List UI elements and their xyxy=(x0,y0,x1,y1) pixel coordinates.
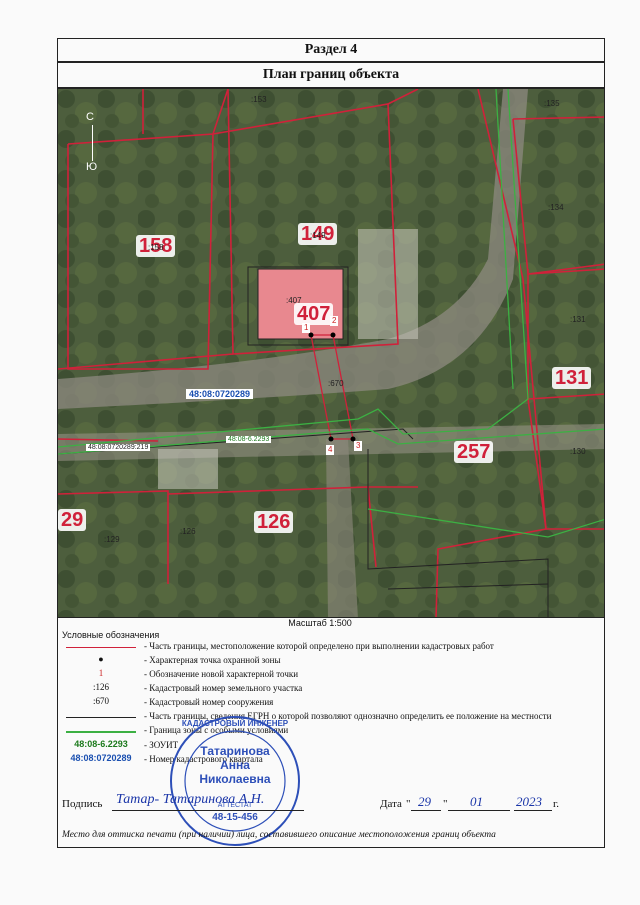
legend-text: - Кадастровый номер земельного участка xyxy=(144,683,303,693)
label-670: :670 xyxy=(328,379,344,388)
zone-number-label: 48:08-6.2293 xyxy=(226,436,272,443)
stamp-name-2: Анна xyxy=(220,758,250,772)
year-line xyxy=(514,810,552,811)
date-quote-close: " xyxy=(443,798,448,810)
stamp-number: 48-15-456 xyxy=(212,812,258,823)
date-year: 2023 xyxy=(516,794,542,809)
point-4: 4 xyxy=(326,445,335,455)
stamp-name-1: Татаринова xyxy=(200,744,270,758)
legend-text: - Обозначение новой характерной точки xyxy=(144,669,299,679)
legend-row-egrn-boundary: - Часть границы, сведения ЕГРН о которой… xyxy=(62,710,602,724)
date-day: 29 xyxy=(418,794,431,809)
parcel-small-126: :126 xyxy=(180,527,196,536)
point-1: 1 xyxy=(302,323,311,333)
date-quote-open: " xyxy=(406,798,411,810)
signature-line xyxy=(112,810,304,811)
stamp-place-note: Место для оттиска печати (при наличии) л… xyxy=(62,830,496,840)
legend-text: - Часть границы, местоположение которой … xyxy=(144,641,494,651)
plan-map: С Ю 158 :158 149 :149 :407 407 131 :131 … xyxy=(57,88,605,618)
month-line xyxy=(448,810,510,811)
point-3: 3 xyxy=(354,441,363,451)
stamp-ring-text: КАДАСТРОВЫЙ ИНЖЕНЕР xyxy=(181,719,289,728)
label-153: :153 xyxy=(251,95,267,104)
legend-title: Условные обозначения xyxy=(62,630,160,640)
plan-title: План границ объекта xyxy=(57,62,605,88)
parcel-label-257: 257 xyxy=(454,441,494,463)
compass-north: С xyxy=(86,111,94,123)
compass-arrow xyxy=(92,125,93,161)
legend-text: - Кадастровый номер сооружения xyxy=(144,697,274,707)
day-line xyxy=(411,810,441,811)
parcel-label-407: 407 xyxy=(294,303,334,325)
legend-symbol-point-number: 1 xyxy=(98,668,104,678)
parcel-small-131: :131 xyxy=(570,315,586,324)
label-130: :130 xyxy=(570,447,586,456)
signature-label: Подпись xyxy=(62,798,103,810)
stamp-name-3: Николаевна xyxy=(199,772,271,786)
compass-south: Ю xyxy=(86,161,98,173)
legend-row-quarter: 48:08:0720289 - Номер кадастрового кварт… xyxy=(62,753,602,767)
legend-symbol-zone-number: 48:08-6.2293 xyxy=(74,739,128,749)
legend-symbol-green-line xyxy=(62,724,140,738)
legend-row-structure-number: :670 - Кадастровый номер сооружения xyxy=(62,696,602,710)
parcel-label-126: 126 xyxy=(254,511,294,533)
legend-symbol-black-line xyxy=(62,710,140,724)
point-2: 2 xyxy=(330,316,339,326)
parcel-small-158: :158 xyxy=(148,243,164,252)
legend-row-new-boundary: - Часть границы, местоположение которой … xyxy=(62,640,602,654)
scale-text: Масштаб 1:500 xyxy=(288,618,352,628)
date-month: 01 xyxy=(470,794,483,809)
parcel-small-149: :149 xyxy=(310,231,326,240)
engineer-stamp: КАДАСТРОВЫЙ ИНЖЕНЕР Татаринова Анна Нико… xyxy=(168,714,302,848)
parcel-label-131: 131 xyxy=(552,367,592,389)
label-129: :129 xyxy=(104,535,120,544)
legend-text: - Характерная точка охранной зоны xyxy=(144,655,281,665)
legend-symbol-dot: ● xyxy=(98,654,104,664)
quarter-number-label: 48:08:0720289 xyxy=(186,389,254,399)
section-title: Раздел 4 xyxy=(57,38,605,62)
legend-row-parcel-number: :126 - Кадастровый номер земельного учас… xyxy=(62,682,602,696)
legend-row-zone-point: ● - Характерная точка охранной зоны xyxy=(62,654,602,668)
map-drawing xyxy=(58,89,604,617)
legend-symbol-structure: :670 xyxy=(92,696,109,706)
label-135: :135 xyxy=(544,99,560,108)
label-134: :134 xyxy=(548,203,564,212)
legend-symbol-quarter-number: 48:08:0720289 xyxy=(70,753,132,763)
legend-row-zone-boundary: - Граница зоны с особыми условиями xyxy=(62,724,602,738)
legend-row-new-point: 1 - Обозначение новой характерной точки xyxy=(62,668,602,682)
legend-symbol-parcel: :126 xyxy=(92,682,109,692)
date-label: Дата xyxy=(380,798,402,810)
parcel-label-29: 29 xyxy=(58,509,87,531)
legend-row-zouit: 48:08-6.2293 - ЗОУИТ xyxy=(62,739,602,753)
handwritten-signature: Татар- Татаринова А.Н. xyxy=(116,792,265,807)
year-suffix: г. xyxy=(553,798,560,810)
quarter-small-label: 48:08:0720289:219 xyxy=(86,444,151,451)
legend-symbol-red-line xyxy=(62,640,140,654)
